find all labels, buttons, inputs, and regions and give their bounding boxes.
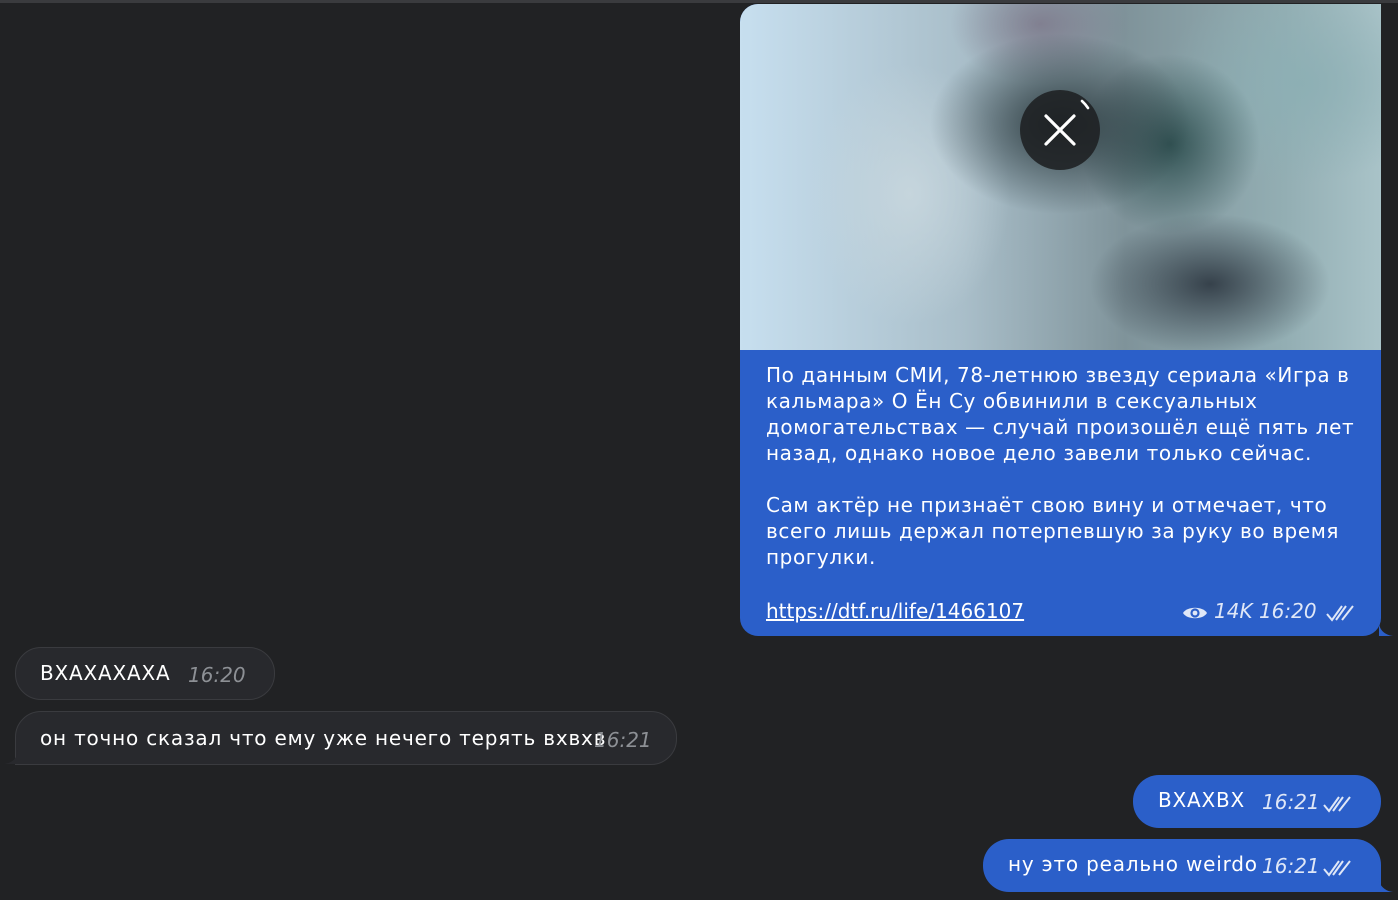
message-text: ВХАХАХАХА xyxy=(40,661,171,685)
media-preview[interactable] xyxy=(740,4,1381,350)
cancel-download-button[interactable] xyxy=(1020,90,1100,170)
bubble-tail xyxy=(4,750,18,764)
message-time: 16:21 xyxy=(1262,854,1320,878)
message-text: ВХАХВХ xyxy=(1158,788,1246,812)
message-time: 16:20 xyxy=(1258,599,1317,623)
media-message[interactable]: По данным СМИ, 78-летнюю звезду сериала … xyxy=(740,4,1393,636)
incoming-message[interactable]: ВХАХАХАХА 16:20 xyxy=(15,647,275,700)
outgoing-message[interactable]: ну это реально weirdo 16:21 xyxy=(983,839,1393,892)
message-time: 16:21 xyxy=(1262,790,1320,814)
eye-icon xyxy=(1183,607,1207,618)
outgoing-message[interactable]: ВХАХВХ 16:21 xyxy=(1133,775,1381,828)
bubble-tail xyxy=(1379,622,1393,636)
message-caption: По данным СМИ, 78-летнюю звезду сериала … xyxy=(766,363,1355,569)
message-meta: 16:21 xyxy=(1262,789,1353,815)
double-check-icon xyxy=(1326,604,1354,622)
message-text: он точно сказал что ему уже нечего терят… xyxy=(40,726,607,750)
incoming-message[interactable]: он точно сказал что ему уже нечего терят… xyxy=(4,711,677,765)
message-meta: 16:21 xyxy=(1262,853,1353,879)
top-divider xyxy=(0,0,1398,3)
message-text: ну это реально weirdo xyxy=(1008,852,1258,876)
close-icon xyxy=(1044,99,1090,146)
message-time: 16:21 xyxy=(594,728,652,752)
view-count: 14K xyxy=(1214,599,1253,623)
double-check-icon xyxy=(1322,795,1351,813)
message-meta: 14K 16:20 xyxy=(1182,598,1356,624)
double-check-icon xyxy=(1322,859,1351,877)
article-link[interactable]: https://dtf.ru/life/1466107 xyxy=(766,598,1024,624)
chat-area[interactable]: По данным СМИ, 78-летнюю звезду сериала … xyxy=(0,0,1398,900)
message-time: 16:20 xyxy=(188,663,246,687)
bubble-tail xyxy=(1379,878,1393,892)
